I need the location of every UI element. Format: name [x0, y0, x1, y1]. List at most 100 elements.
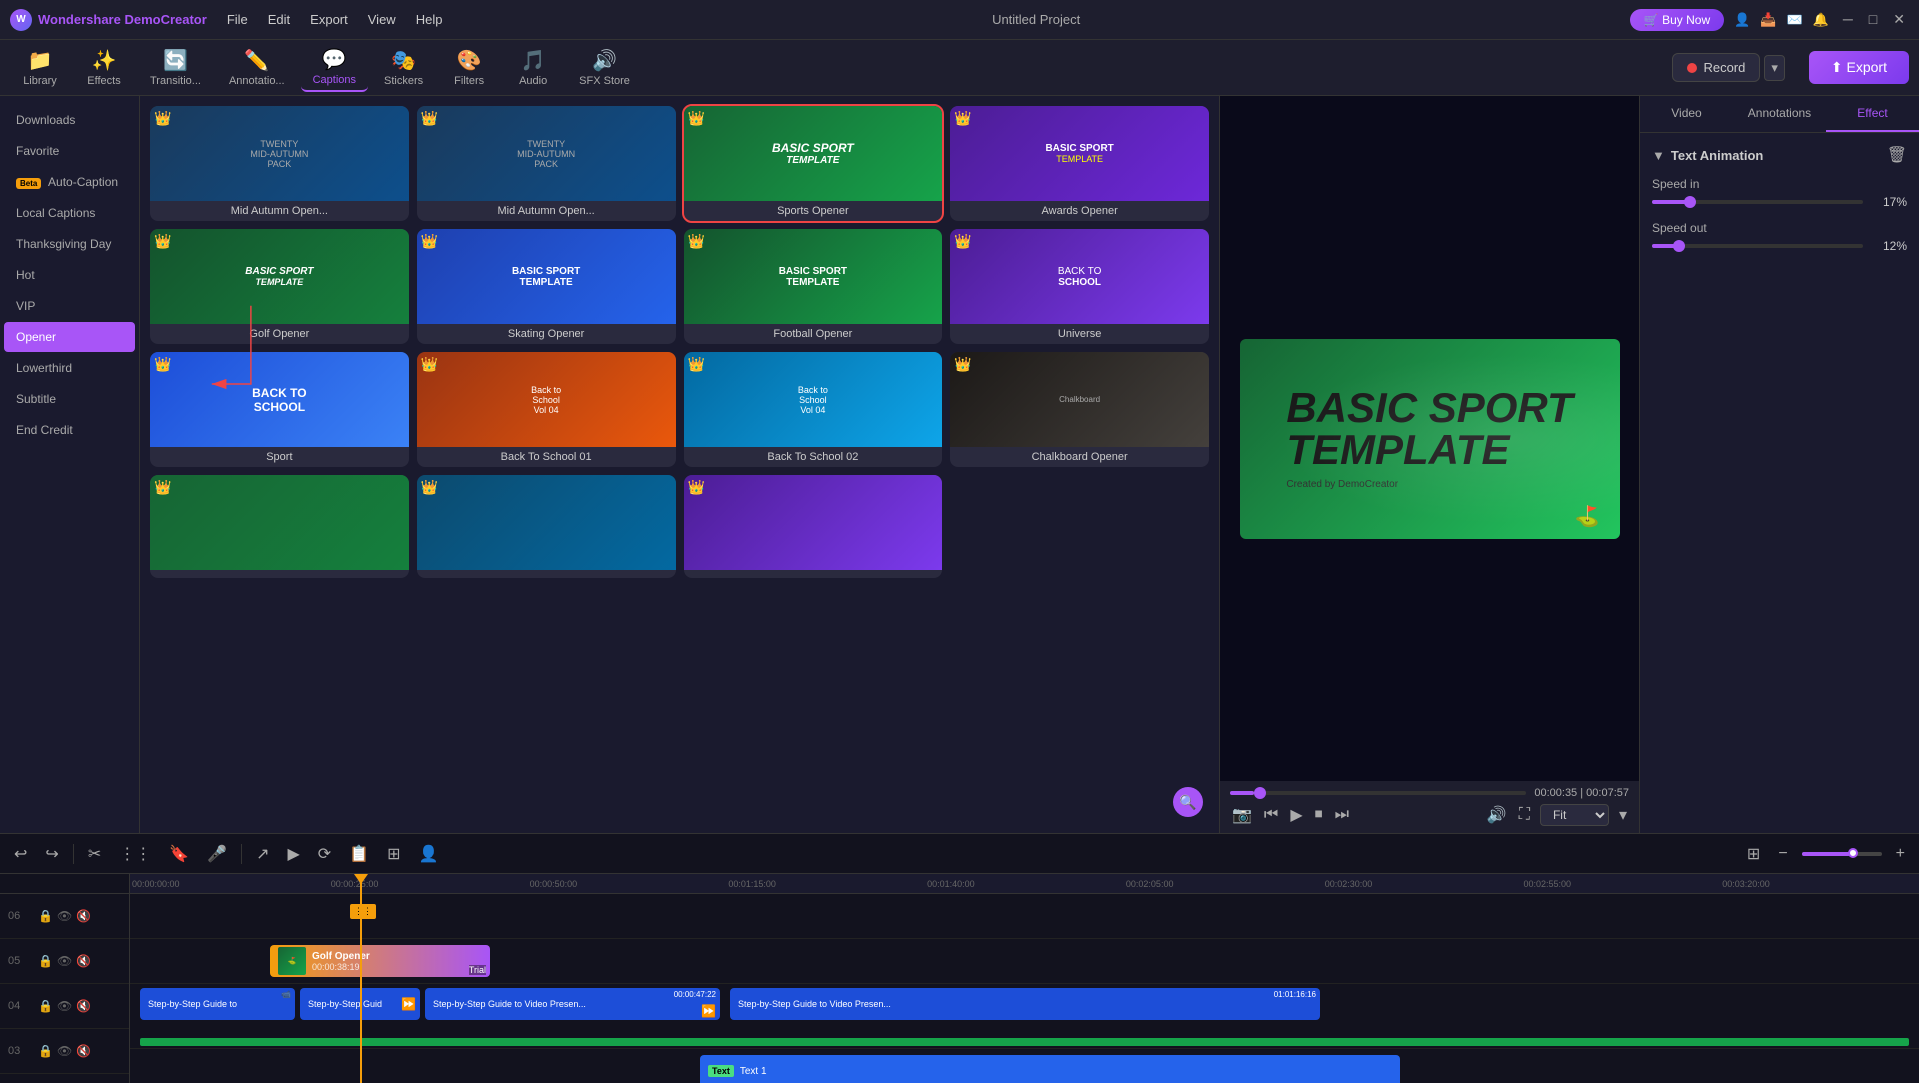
notification-icon[interactable]: 🔔 — [1813, 12, 1829, 28]
category-subtitle[interactable]: Subtitle — [4, 384, 135, 414]
tab-annotations[interactable]: Annotations — [1733, 96, 1826, 132]
speed-in-slider[interactable] — [1652, 200, 1863, 204]
split-button[interactable]: ⋮⋮ — [115, 842, 155, 866]
clip-video-2[interactable]: Step-by-Step Guid ⏩ — [300, 988, 420, 1020]
toolbar-filters[interactable]: 🎨 Filters — [439, 44, 499, 91]
audio-button-04[interactable]: 🔇 — [76, 999, 91, 1013]
skip-forward-button[interactable]: ⏭ — [1333, 804, 1351, 826]
toolbar-effects[interactable]: ✨ Effects — [74, 44, 134, 91]
template-universe[interactable]: 👑 BACK TOSCHOOL Universe — [950, 229, 1209, 344]
template-football[interactable]: 👑 BASIC SPORTTEMPLATE Football Opener — [684, 229, 943, 344]
toolbar-transitions[interactable]: 🔄 Transitio... — [138, 44, 213, 91]
speed-out-slider[interactable] — [1652, 244, 1863, 248]
tab-video[interactable]: Video — [1640, 96, 1733, 132]
mail-icon[interactable]: ✉️ — [1787, 12, 1803, 28]
eye-button-06[interactable]: 👁 — [57, 909, 72, 923]
template-mid-autumn-2[interactable]: 👑 TWENTYMID-AUTUMNPACK Mid Autumn Open..… — [417, 106, 676, 221]
menu-file[interactable]: File — [227, 12, 248, 27]
template-back1[interactable]: 👑 Back toSchoolVol 04 Back To School 01 — [417, 352, 676, 467]
loop-button[interactable]: ⟳ — [314, 842, 335, 866]
export-button[interactable]: ⬆ Export — [1809, 51, 1909, 84]
lock-button-05[interactable]: 🔒 — [38, 954, 53, 968]
template-sport[interactable]: 👑 BACK TOSCHOOL Sport — [150, 352, 409, 467]
audio-button-06[interactable]: 🔇 — [76, 909, 91, 923]
clip-golf-opener[interactable]: ⛳ Golf Opener 00:00:38:19 Trial — [270, 945, 490, 977]
menu-export[interactable]: Export — [310, 12, 348, 27]
bookmark-button[interactable]: 🔖 — [165, 842, 193, 866]
menu-view[interactable]: View — [368, 12, 396, 27]
menu-help[interactable]: Help — [416, 12, 443, 27]
lock-button-04[interactable]: 🔒 — [38, 999, 53, 1013]
category-downloads[interactable]: Downloads — [4, 105, 135, 135]
volume-button[interactable]: 🔊 — [1485, 803, 1509, 827]
record-button[interactable]: Record — [1672, 53, 1760, 82]
category-vip[interactable]: VIP — [4, 291, 135, 321]
zoom-in-button[interactable]: + — [1892, 843, 1909, 865]
zoom-out-button[interactable]: − — [1774, 843, 1791, 865]
category-local-captions[interactable]: Local Captions — [4, 198, 135, 228]
progress-bar[interactable] — [1230, 791, 1526, 795]
crop-button[interactable]: ⊞ — [383, 842, 404, 866]
category-opener[interactable]: Opener — [4, 322, 135, 352]
user-button[interactable]: 👤 — [415, 842, 443, 866]
clip-video-3[interactable]: Step-by-Step Guide to Video Presen... 00… — [425, 988, 720, 1020]
clip-video-1[interactable]: Step-by-Step Guide to 📹 — [140, 988, 295, 1020]
category-favorite[interactable]: Favorite — [4, 136, 135, 166]
template-awards[interactable]: 👑 BASIC SPORT TEMPLATE Awards Opener — [950, 106, 1209, 221]
category-end-credit[interactable]: End Credit — [4, 415, 135, 445]
search-button[interactable]: 🔍 — [1173, 787, 1203, 817]
user-icon[interactable]: 👤 — [1734, 12, 1750, 28]
collapse-arrow[interactable]: ▼ — [1652, 148, 1665, 163]
toolbar-annotations[interactable]: ✏️ Annotatio... — [217, 44, 297, 91]
category-lowerthird[interactable]: Lowerthird — [4, 353, 135, 383]
lock-button-03[interactable]: 🔒 — [38, 1044, 53, 1058]
download-icon[interactable]: 📥 — [1760, 12, 1776, 28]
menu-edit[interactable]: Edit — [268, 12, 290, 27]
template-mid-autumn-1[interactable]: 👑 TWENTYMID-AUTUMNPACK Mid Autumn Open..… — [150, 106, 409, 221]
template-sports[interactable]: 👑 BASIC SPORT TEMPLATE Sports Opener — [684, 106, 943, 221]
template-more3[interactable]: 👑 — [684, 475, 943, 578]
toolbar-library[interactable]: 📁 Library — [10, 44, 70, 91]
toolbar-sfx[interactable]: 🔊 SFX Store — [567, 44, 642, 91]
chevron-down-icon[interactable]: ▾ — [1617, 803, 1629, 827]
fullscreen-button[interactable]: ⛶ — [1517, 804, 1532, 826]
audio-button-03[interactable]: 🔇 — [76, 1044, 91, 1058]
toolbar-stickers[interactable]: 🎭 Stickers — [372, 44, 435, 91]
record-dropdown-button[interactable]: ▾ — [1764, 55, 1785, 81]
eye-button-04[interactable]: 👁 — [57, 999, 72, 1013]
toolbar-audio[interactable]: 🎵 Audio — [503, 44, 563, 91]
buy-now-button[interactable]: 🛒 Buy Now — [1630, 9, 1724, 31]
template-golf[interactable]: 👑 BASIC SPORT TEMPLATE Golf Opener — [150, 229, 409, 344]
delete-button[interactable]: 🗑 — [1887, 145, 1907, 165]
eye-button-05[interactable]: 👁 — [57, 954, 72, 968]
cut-button[interactable]: ✂ — [84, 842, 105, 866]
audio-button-05[interactable]: 🔇 — [76, 954, 91, 968]
undo-button[interactable]: ↩ — [10, 842, 31, 866]
skip-back-button[interactable]: ⏮ — [1262, 804, 1280, 826]
maximize-button[interactable]: □ — [1865, 11, 1881, 28]
microphone-button[interactable]: 🎤 — [203, 842, 231, 866]
template-back2[interactable]: 👑 Back toSchoolVol 04 Back To School 02 — [684, 352, 943, 467]
template-more1[interactable]: 👑 — [150, 475, 409, 578]
eye-button-03[interactable]: 👁 — [57, 1044, 72, 1058]
stop-button[interactable]: ⏹ — [1313, 804, 1325, 826]
category-auto-caption[interactable]: Beta Auto-Caption — [4, 167, 135, 197]
lock-button-06[interactable]: 🔒 — [38, 909, 53, 923]
category-hot[interactable]: Hot — [4, 260, 135, 290]
toolbar-captions[interactable]: 💬 Captions — [301, 43, 368, 92]
template-chalkboard[interactable]: 👑 Chalkboard Chalkboard Opener — [950, 352, 1209, 467]
minimize-button[interactable]: ─ — [1839, 11, 1857, 28]
clip-button[interactable]: 📋 — [345, 842, 373, 866]
play-range-button[interactable]: ▶ — [283, 842, 303, 866]
redo-button[interactable]: ↪ — [41, 842, 62, 866]
pointer-button[interactable]: ↗ — [252, 842, 273, 866]
fit-dropdown[interactable]: Fit 100% 75% 50% — [1540, 804, 1609, 826]
zoom-slider[interactable] — [1802, 852, 1882, 856]
close-button[interactable]: ✕ — [1889, 11, 1909, 28]
fit-timeline-button[interactable]: ⊞ — [1743, 842, 1764, 866]
template-skating[interactable]: 👑 BASIC SPORTTEMPLATE Skating Opener — [417, 229, 676, 344]
template-more2[interactable]: 👑 — [417, 475, 676, 578]
category-thanksgiving[interactable]: Thanksgiving Day — [4, 229, 135, 259]
play-button[interactable]: ▶ — [1288, 803, 1304, 827]
tab-effect[interactable]: Effect — [1826, 96, 1919, 132]
